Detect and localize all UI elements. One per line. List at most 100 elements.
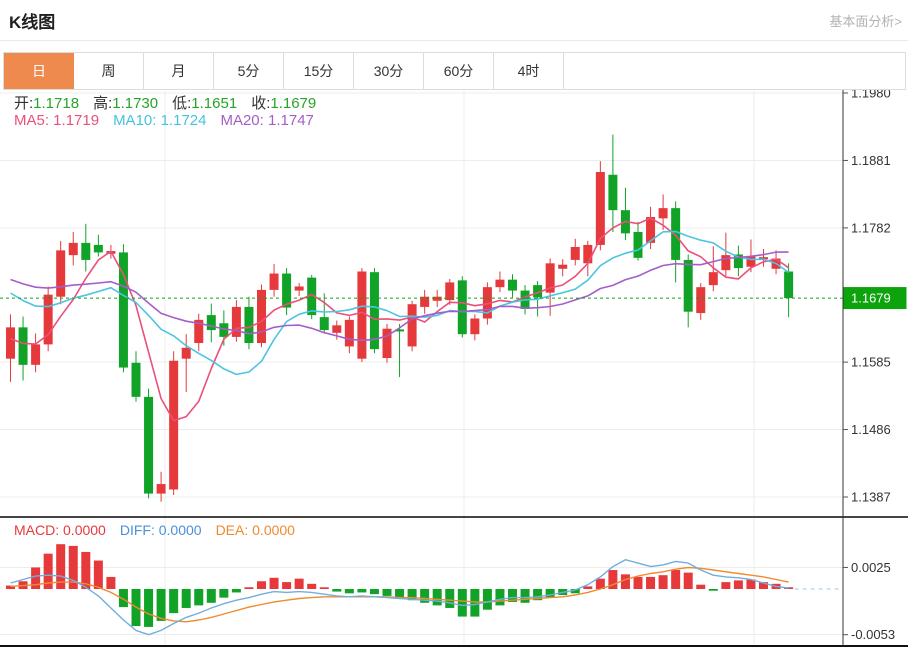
tab-5分[interactable]: 5分 [214, 53, 284, 89]
candle-down [508, 280, 517, 291]
panel-divider [0, 516, 908, 518]
macd-bar-positive [295, 579, 304, 589]
candle-up [408, 304, 417, 346]
candle-up [583, 245, 592, 263]
ohlc-legend: 开:1.1718高:1.1730低:1.1651收:1.1679 [14, 92, 330, 113]
price-tick-label: 1.1486 [851, 422, 891, 437]
tab-60分[interactable]: 60分 [424, 53, 494, 89]
macd-bar-negative [546, 589, 555, 598]
ma-legend-ma5: MA5: 1.1719 [14, 112, 99, 129]
candle-up [571, 247, 580, 260]
candle-down [132, 363, 141, 397]
ma-legend-ma20: MA20: 1.1747 [220, 112, 313, 129]
candle-up [445, 282, 454, 300]
candle-down [144, 397, 153, 494]
candle-up [182, 348, 191, 359]
macd-bar-positive [31, 567, 40, 589]
macd-bar-negative [207, 589, 216, 603]
macd-bar-positive [734, 580, 743, 589]
macd-bar-negative [357, 589, 366, 592]
macd-bar-negative [709, 589, 718, 591]
price-tick-label: 1.1782 [851, 220, 891, 235]
current-price-badge-label: 1.1679 [851, 291, 891, 306]
tab-月[interactable]: 月 [144, 53, 214, 89]
macd-bar-negative [144, 589, 153, 627]
bottom-axis-line [0, 645, 908, 647]
macd-bar-positive [659, 575, 668, 589]
macd-bar-negative [169, 589, 178, 613]
macd-bar-positive [684, 573, 693, 589]
macd-bar-negative [194, 589, 203, 605]
macd-legend: MACD: 0.0000DIFF: 0.0000DEA: 0.0000 [14, 522, 309, 538]
candle-up [596, 172, 605, 245]
macd-bar-negative [445, 589, 454, 608]
macd-bar-positive [106, 577, 115, 589]
macd-bar-positive [634, 577, 643, 589]
candle-up [295, 286, 304, 290]
tab-4时[interactable]: 4时 [494, 53, 564, 89]
candle-up [6, 327, 15, 358]
tab-15分[interactable]: 15分 [284, 53, 354, 89]
candle-up [345, 320, 354, 347]
candle-up [332, 325, 341, 332]
macd-bar-negative [182, 589, 191, 608]
candle-up [470, 319, 479, 335]
tab-bar-filler [564, 53, 905, 89]
candle-down [608, 175, 617, 210]
candle-up [169, 361, 178, 490]
ohlc-legend-low: 低:1.1651 [172, 95, 237, 112]
candle-up [232, 307, 241, 337]
macd-bar-positive [307, 584, 316, 589]
candle-up [357, 271, 366, 358]
macd-bar-positive [696, 585, 705, 589]
ohlc-legend-high: 高:1.1730 [93, 95, 158, 112]
macd-bar-positive [244, 587, 253, 589]
candle-up [709, 272, 718, 285]
ma-legend-ma10: MA10: 1.1724 [113, 112, 206, 129]
macd-bar-positive [583, 586, 592, 589]
candle-down [634, 232, 643, 258]
tab-日[interactable]: 日 [4, 53, 74, 89]
price-tick-label: 1.1387 [851, 489, 891, 504]
candle-down [458, 280, 467, 334]
macd-bar-positive [270, 578, 279, 589]
macd-bar-negative [232, 589, 241, 592]
period-tab-bar: 日周月5分15分30分60分4时 [3, 52, 906, 90]
candle-down [370, 272, 379, 349]
macd-bar-negative [332, 589, 341, 592]
candle-up [157, 484, 166, 494]
candle-up [558, 265, 567, 269]
candle-up [31, 344, 40, 364]
macd-bar-negative [483, 589, 492, 610]
candle-up [659, 208, 668, 218]
candle-down [784, 271, 793, 298]
candle-down [684, 260, 693, 312]
ohlc-legend-open: 开:1.1718 [14, 95, 79, 112]
candle-up [495, 280, 504, 287]
candle-up [69, 243, 78, 255]
kline-page: K线图 基本面分析> 日周月5分15分30分60分4时 1.19801.1881… [0, 0, 908, 652]
tab-周[interactable]: 周 [74, 53, 144, 89]
candle-up [56, 250, 65, 296]
macd-bar-positive [320, 587, 329, 589]
candle-down [94, 245, 103, 252]
ma-legend: MA5: 1.1719 MA10: 1.1724 MA20: 1.1747 [14, 112, 328, 129]
candle-down [320, 317, 329, 330]
macd-legend-dea: DEA: 0.0000 [216, 522, 295, 538]
candle-up [696, 287, 705, 313]
candle-up [433, 297, 442, 301]
macd-bar-negative [383, 589, 392, 596]
candle-down [671, 208, 680, 260]
candle-down [19, 327, 28, 364]
candle-up [270, 274, 279, 290]
candle-down [81, 243, 90, 260]
macd-legend-macd: MACD: 0.0000 [14, 522, 106, 538]
macd-tick-label: -0.0053 [851, 627, 895, 642]
macd-tick-label: 0.0025 [851, 560, 891, 575]
price-tick-label: 1.1881 [851, 153, 891, 168]
tab-30分[interactable]: 30分 [354, 53, 424, 89]
price-tick-label: 1.1585 [851, 355, 891, 370]
macd-bar-negative [495, 589, 504, 605]
macd-bar-negative [395, 589, 404, 598]
macd-bar-negative [345, 589, 354, 593]
